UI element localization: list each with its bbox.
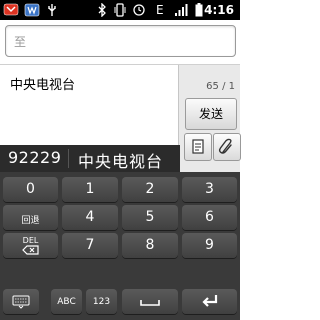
key-4[interactable]: 4 xyxy=(62,205,118,230)
key-6[interactable]: 6 xyxy=(182,205,237,230)
bluetooth-icon xyxy=(98,3,106,17)
paperclip-button[interactable] xyxy=(213,133,241,161)
key-1[interactable]: 1 xyxy=(62,177,118,202)
send-button[interactable]: 发送 xyxy=(185,98,237,130)
signal-icon xyxy=(175,4,188,16)
key-0[interactable]: 0 xyxy=(3,177,58,202)
key-9[interactable]: 9 xyxy=(182,233,237,258)
attach-icon xyxy=(192,139,204,154)
battery-icon xyxy=(195,3,203,17)
numeric-keyboard: 0 1 2 3 回退 4 5 6 DEL 7 8 9 ABC 123 xyxy=(0,172,240,320)
candidate-divider xyxy=(68,149,69,168)
key-back[interactable]: 回退 xyxy=(3,205,58,230)
enter-key[interactable] xyxy=(182,289,237,314)
recipient-placeholder: 至 xyxy=(14,35,27,49)
status-bar: E 4:16 xyxy=(0,0,240,20)
key-3[interactable]: 3 xyxy=(182,177,237,202)
network-type-label: E xyxy=(156,3,164,17)
space-key[interactable] xyxy=(122,289,178,314)
backspace-icon xyxy=(22,245,39,255)
notification-icon xyxy=(3,3,19,16)
key-5[interactable]: 5 xyxy=(122,205,178,230)
key-2[interactable]: 2 xyxy=(122,177,178,202)
ime-candidate[interactable]: 中央电视台 xyxy=(78,148,163,172)
keyboard-icon xyxy=(12,295,30,309)
space-icon xyxy=(140,300,160,306)
character-counter: 65 / 1 xyxy=(206,81,235,92)
ime-candidate-bar: 92229 中央电视台 xyxy=(0,145,180,172)
ime-input-code: 92229 xyxy=(8,148,62,167)
keyboard-switch-key[interactable] xyxy=(3,289,39,314)
usb-icon xyxy=(48,4,56,16)
numeric-mode-key[interactable]: 123 xyxy=(86,289,117,314)
paperclip-icon xyxy=(218,138,232,154)
abc-mode-key[interactable]: ABC xyxy=(51,289,82,314)
recipient-area: 至 xyxy=(0,20,240,64)
key-delete[interactable]: DEL xyxy=(3,233,58,258)
message-text: 中央电视台 xyxy=(10,78,76,93)
attach-button[interactable] xyxy=(184,133,212,161)
recipient-input[interactable]: 至 xyxy=(5,25,236,57)
key-7[interactable]: 7 xyxy=(62,233,118,258)
key-8[interactable]: 8 xyxy=(122,233,178,258)
vibrate-icon xyxy=(114,3,126,17)
messaging-icon xyxy=(24,3,40,17)
enter-icon xyxy=(202,295,218,307)
alarm-icon xyxy=(133,4,145,16)
clock: 4:16 xyxy=(204,3,234,17)
